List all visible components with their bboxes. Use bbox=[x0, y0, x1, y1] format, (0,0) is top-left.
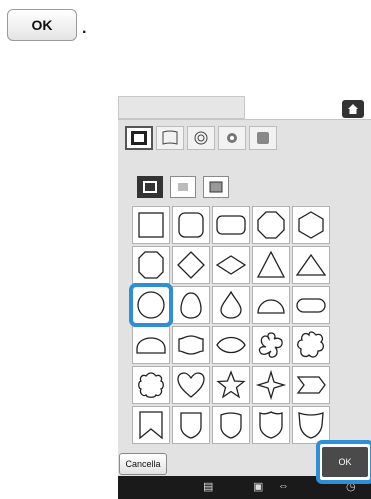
capsule-icon bbox=[296, 298, 326, 313]
shield-1-icon bbox=[180, 412, 202, 439]
shape-bookmark-button[interactable] bbox=[132, 406, 170, 444]
diamond-icon bbox=[177, 251, 205, 279]
flower-5-icon bbox=[258, 332, 283, 358]
arrow-flag-icon bbox=[296, 376, 326, 394]
ok-button[interactable]: OK bbox=[322, 447, 368, 477]
shape-capsule-button[interactable] bbox=[292, 286, 330, 324]
shape-octagon-flat-button[interactable] bbox=[132, 246, 170, 284]
star-icon bbox=[216, 370, 246, 399]
four-point-star-icon bbox=[255, 369, 287, 401]
shape-drop-button[interactable] bbox=[212, 286, 250, 324]
drop-icon bbox=[220, 290, 242, 319]
semicircle-icon bbox=[257, 299, 285, 314]
tab-frame-spiral[interactable] bbox=[187, 126, 215, 150]
shape-shield-4-button[interactable] bbox=[292, 406, 330, 444]
rounded-square-icon bbox=[178, 212, 204, 238]
shape-rounded-rect-button[interactable] bbox=[212, 206, 250, 244]
frame-panel bbox=[118, 119, 371, 477]
shape-triangle-button[interactable] bbox=[252, 246, 290, 284]
shape-rounded-square-button[interactable] bbox=[172, 206, 210, 244]
triangle-wide-icon bbox=[295, 253, 327, 276]
tab-frame-flag[interactable] bbox=[156, 126, 184, 150]
style-double-line-button[interactable] bbox=[203, 176, 229, 198]
home-icon bbox=[348, 104, 358, 114]
rect-frame-icon bbox=[131, 131, 147, 145]
fill-frame-icon bbox=[257, 132, 269, 144]
shape-diamond-button[interactable] bbox=[172, 246, 210, 284]
single-line-icon bbox=[143, 181, 157, 193]
cancel-button[interactable]: Cancella bbox=[119, 453, 167, 475]
size-icon: ⇔ bbox=[278, 480, 289, 492]
page-icon: ▤ bbox=[203, 481, 214, 493]
flower-scallop-icon bbox=[297, 331, 325, 358]
home-button[interactable] bbox=[342, 100, 364, 118]
shape-rhombus-wide-button[interactable] bbox=[212, 246, 250, 284]
machine-screen: ▤ ▣ ⇔ ◷ Cancella OK bbox=[118, 96, 371, 499]
flag-frame-icon bbox=[162, 130, 178, 145]
shape-flower-scallop-2-button[interactable] bbox=[132, 366, 170, 404]
shape-egg-button[interactable] bbox=[172, 286, 210, 324]
shape-star-button[interactable] bbox=[212, 366, 250, 404]
square-icon bbox=[138, 212, 164, 238]
shape-hexagon-button[interactable] bbox=[292, 206, 330, 244]
style-fill-button[interactable] bbox=[170, 176, 196, 198]
shape-tag-button[interactable] bbox=[172, 326, 210, 364]
shape-arch-button[interactable] bbox=[132, 326, 170, 364]
shape-triangle-wide-button[interactable] bbox=[292, 246, 330, 284]
fill-style-icon bbox=[178, 183, 188, 191]
shield-3-icon bbox=[259, 411, 283, 439]
arch-icon bbox=[136, 337, 166, 354]
shape-shield-1-button[interactable] bbox=[172, 406, 210, 444]
shape-shield-2-button[interactable] bbox=[212, 406, 250, 444]
leaf-icon bbox=[216, 336, 246, 354]
frame-tabs bbox=[125, 126, 277, 150]
instruction-period: . bbox=[82, 20, 87, 37]
shape-arrow-flag-button[interactable] bbox=[292, 366, 330, 404]
hexagon-icon bbox=[298, 211, 324, 239]
octagon-flat-icon bbox=[138, 251, 164, 279]
instruction-ok-button: OK bbox=[7, 9, 77, 41]
shield-2-icon bbox=[220, 412, 242, 439]
ok-button-highlight[interactable]: OK bbox=[316, 440, 371, 484]
heart-icon bbox=[177, 372, 205, 398]
shape-flower-5-button[interactable] bbox=[252, 326, 290, 364]
title-bar bbox=[118, 96, 245, 119]
octagon-icon bbox=[257, 211, 285, 239]
shape-flower-scallop-button[interactable] bbox=[292, 326, 330, 364]
bookmark-icon bbox=[139, 411, 163, 440]
image-icon: ▣ bbox=[253, 481, 264, 493]
tab-frame-shapes[interactable] bbox=[125, 126, 153, 150]
shield-4-icon bbox=[298, 412, 324, 439]
tag-icon bbox=[178, 335, 204, 355]
shape-shield-3-button[interactable] bbox=[252, 406, 290, 444]
shape-square-button[interactable] bbox=[132, 206, 170, 244]
circle-icon bbox=[137, 291, 165, 319]
line-style-selector bbox=[137, 176, 229, 198]
tab-frame-fill[interactable] bbox=[249, 126, 277, 150]
shape-grid bbox=[129, 206, 330, 444]
triangle-icon bbox=[256, 250, 286, 278]
double-line-icon bbox=[209, 181, 223, 193]
flower-pattern-icon bbox=[227, 133, 237, 143]
spiral-icon bbox=[194, 131, 208, 145]
egg-icon bbox=[180, 292, 202, 319]
rhombus-wide-icon bbox=[215, 255, 247, 275]
rounded-rect-icon bbox=[216, 215, 246, 235]
shape-heart-button[interactable] bbox=[172, 366, 210, 404]
shape-leaf-button[interactable] bbox=[212, 326, 250, 364]
flower-scallop-2-icon bbox=[138, 372, 164, 398]
shape-octagon-button[interactable] bbox=[252, 206, 290, 244]
shape-semicircle-button[interactable] bbox=[252, 286, 290, 324]
tab-frame-flower[interactable] bbox=[218, 126, 246, 150]
shape-four-point-star-button[interactable] bbox=[252, 366, 290, 404]
style-single-line-button[interactable] bbox=[137, 176, 163, 198]
shape-circle-button[interactable] bbox=[129, 283, 173, 327]
